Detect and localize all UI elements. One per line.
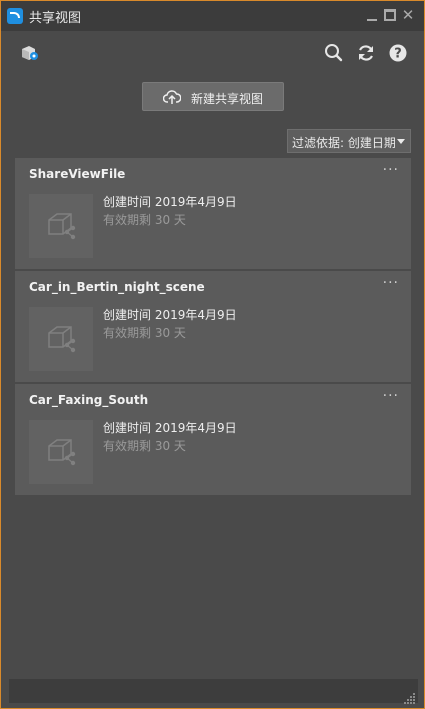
share-view-card[interactable]: ShareViewFile ··· 创建时间 2019年4月9日 有效期剩 30… [15,158,411,270]
cube-share-icon [48,326,76,353]
created-date: 创建时间 2019年4月9日 [103,195,237,209]
more-options-icon[interactable]: ··· [383,388,399,404]
expiry-text: 有效期剩 30 天 [103,439,186,453]
card-title: Car_in_Bertin_night_scene [29,280,205,294]
minimize-button[interactable] [365,8,379,22]
expiry-text: 有效期剩 30 天 [103,326,186,340]
new-share-view-label: 新建共享视图 [191,92,264,106]
cube-share-icon [48,213,76,240]
created-date: 创建时间 2019年4月9日 [103,421,237,435]
thumbnail [29,307,93,371]
app-icon [7,8,23,24]
shared-views-window: 共享视图 ✕ ? 新建共享视图 过滤依据: 创建日期 ShareViewFile… [0,0,425,709]
share-view-card[interactable]: Car_Faxing_South ··· 创建时间 2019年4月9日 有效期剩… [15,384,411,496]
cube-share-icon [48,439,76,466]
maximize-button[interactable] [383,8,397,22]
window-title: 共享视图 [29,11,82,26]
resize-grip-icon[interactable] [404,689,416,704]
filter-label: 过滤依据: 创建日期 [292,136,396,150]
svg-text:?: ? [394,47,402,62]
search-icon[interactable] [324,43,344,63]
title-bar[interactable]: 共享视图 ✕ [1,1,424,31]
help-icon[interactable]: ? [388,43,408,63]
toolbar: ? [1,31,424,73]
status-bar [9,679,418,704]
new-share-view-button[interactable]: 新建共享视图 [142,82,284,111]
created-date: 创建时间 2019年4月9日 [103,308,237,322]
card-title: ShareViewFile [29,167,126,181]
chevron-down-icon [397,139,405,144]
thumbnail [29,420,93,484]
expiry-text: 有效期剩 30 天 [103,213,186,227]
refresh-icon[interactable] [356,43,376,63]
share-view-card[interactable]: Car_in_Bertin_night_scene ··· 创建时间 2019年… [15,271,411,383]
share-view-logo-icon [19,43,39,63]
more-options-icon[interactable]: ··· [383,162,399,178]
more-options-icon[interactable]: ··· [383,275,399,291]
thumbnail [29,194,93,258]
card-title: Car_Faxing_South [29,393,149,407]
close-button[interactable]: ✕ [401,8,415,23]
filter-dropdown[interactable]: 过滤依据: 创建日期 [287,129,411,153]
cloud-upload-icon [162,89,182,105]
